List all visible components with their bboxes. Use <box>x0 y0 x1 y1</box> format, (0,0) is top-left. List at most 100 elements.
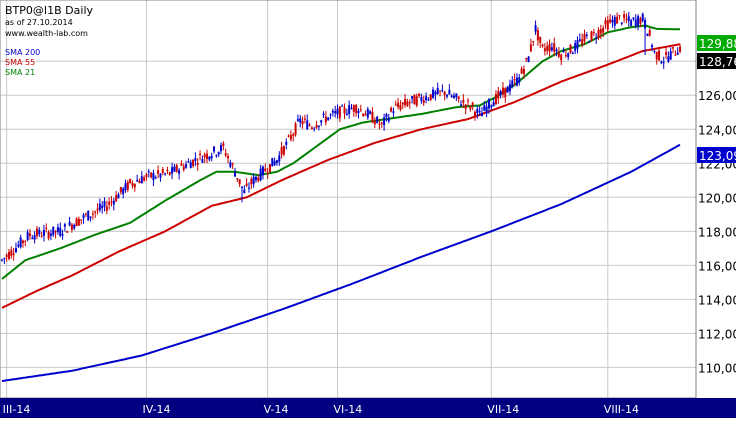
candle-body <box>280 147 283 155</box>
candle-body <box>213 146 216 152</box>
candle-body <box>357 110 360 114</box>
y-tick-label: 116,00 <box>698 259 736 273</box>
candle-body <box>359 109 362 111</box>
candle-body <box>653 50 656 52</box>
candle-body <box>450 95 453 98</box>
candle-body <box>439 90 442 92</box>
candle-body <box>234 172 236 177</box>
candle-body <box>61 234 64 236</box>
candle-body <box>555 49 558 52</box>
candle-body <box>320 120 323 123</box>
value-tag-label: 129,88 <box>699 37 736 51</box>
candle-body <box>613 17 616 26</box>
candle-body <box>415 96 418 106</box>
candle-body <box>327 117 330 121</box>
candle-body <box>261 166 264 176</box>
candle-body <box>487 99 490 109</box>
candle-body <box>585 34 588 36</box>
candle-body <box>336 108 339 115</box>
candle-body <box>77 218 80 226</box>
candle-body <box>275 160 278 163</box>
candle-body <box>408 102 411 104</box>
candle-body <box>553 43 556 52</box>
candle-body <box>460 104 463 106</box>
candle-body <box>625 18 628 20</box>
candle-body <box>560 54 563 61</box>
candle-body <box>222 143 225 146</box>
candle-body <box>345 113 348 115</box>
candle-body <box>462 99 465 103</box>
candle-body <box>548 44 551 52</box>
candle-body <box>471 102 474 106</box>
candle-body <box>133 183 136 188</box>
candle-body <box>623 14 626 19</box>
candle-body <box>75 218 78 227</box>
candle-body <box>350 108 353 110</box>
candle-body <box>31 237 34 239</box>
candle-body <box>658 50 661 61</box>
candle-body <box>499 91 502 95</box>
candle-body <box>425 96 428 101</box>
candle-body <box>154 177 157 179</box>
candle-body <box>571 53 574 55</box>
chart-background <box>0 0 736 418</box>
candle-body <box>618 15 621 17</box>
candle-body <box>369 111 372 114</box>
candle-body <box>331 110 334 113</box>
candle-body <box>404 98 407 106</box>
candle-body <box>494 94 497 105</box>
candle-body <box>220 145 223 152</box>
candle-body <box>87 210 90 221</box>
candle-body <box>91 213 94 215</box>
candle-body <box>215 155 218 157</box>
candle-body <box>201 159 204 163</box>
candle-body <box>110 201 113 203</box>
candle-body <box>541 44 544 47</box>
candle-body <box>562 50 565 53</box>
candle-body <box>52 226 55 235</box>
candle-body <box>432 89 435 98</box>
candle-body <box>129 178 132 183</box>
candle-body <box>378 123 381 125</box>
candle-body <box>259 168 262 181</box>
candle-body <box>315 125 318 128</box>
candle-body <box>271 158 274 167</box>
candle-body <box>56 227 59 233</box>
candle-body <box>334 111 337 114</box>
candle-body <box>322 113 325 116</box>
candle-body <box>599 29 602 34</box>
candle-body <box>143 177 146 181</box>
candle-body <box>17 244 20 247</box>
x-tick-label: VI-14 <box>334 403 363 416</box>
candle-body <box>609 19 612 23</box>
legend-entry: SMA 200 <box>5 48 40 57</box>
candle-body <box>366 108 369 118</box>
candle-body <box>464 104 467 109</box>
candle-body <box>341 105 344 107</box>
candle-body <box>182 166 185 170</box>
candle-body <box>84 213 87 215</box>
candle-body <box>525 58 528 60</box>
x-tick-label: III-14 <box>3 403 31 416</box>
candle-body <box>411 96 414 99</box>
candle-body <box>12 253 15 255</box>
candle-body <box>576 40 579 49</box>
value-tag-label: 128,76 <box>699 55 736 69</box>
candle-body <box>5 254 8 258</box>
x-tick-label: V-14 <box>264 403 289 416</box>
candle-body <box>240 186 243 188</box>
candle-body <box>303 118 306 120</box>
candle-body <box>501 87 504 95</box>
candle-body <box>644 20 647 29</box>
candle-body <box>634 19 637 26</box>
candle-body <box>480 112 483 117</box>
x-tick-label: IV-14 <box>142 403 170 416</box>
candle-body <box>324 116 327 123</box>
candle-body <box>245 183 248 186</box>
candle-body <box>187 161 190 163</box>
candle-body <box>453 95 456 98</box>
candle-body <box>620 22 623 24</box>
y-tick-label: 126,00 <box>698 89 736 103</box>
candle-body <box>578 39 581 41</box>
candle-body <box>229 162 232 167</box>
